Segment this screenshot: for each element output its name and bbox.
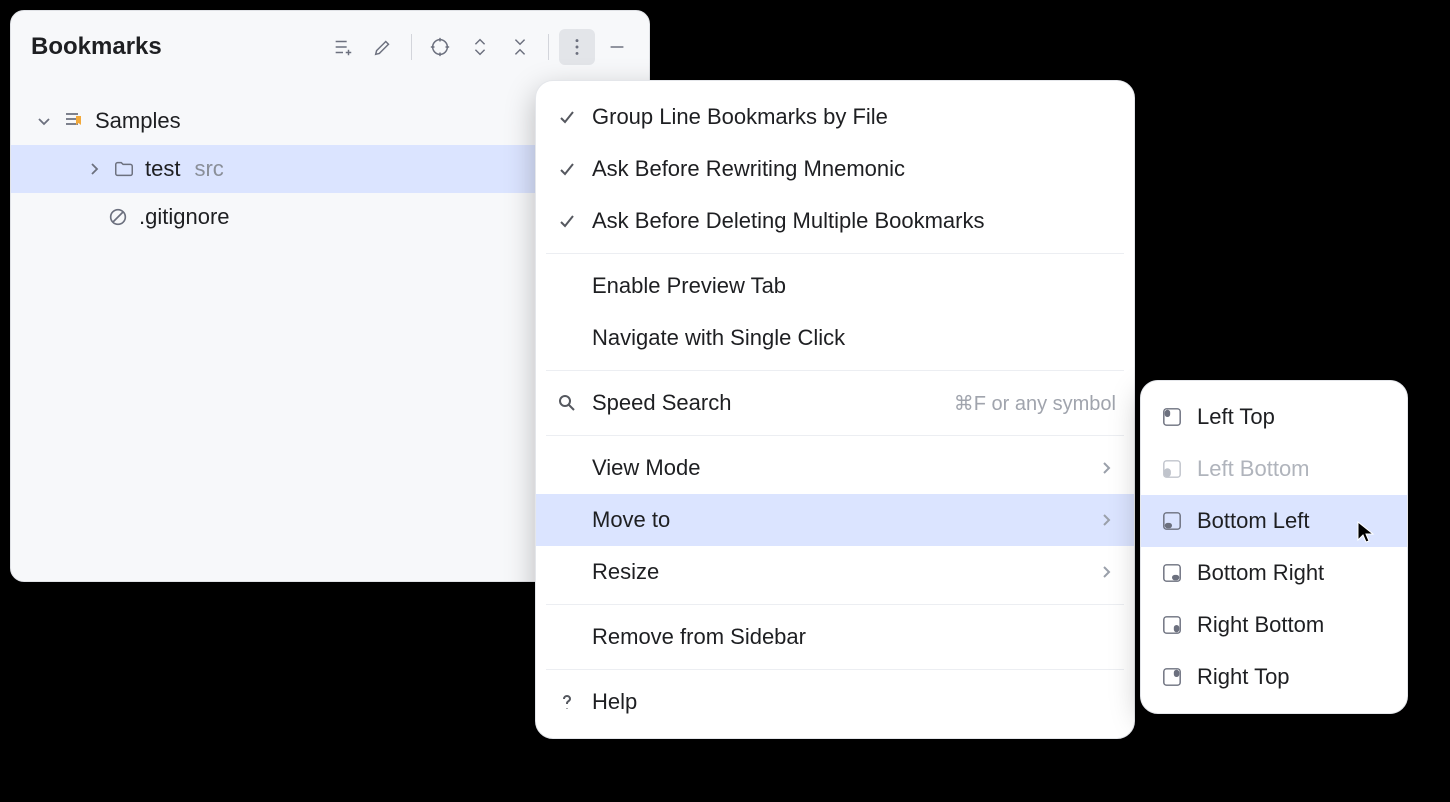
ignored-file-icon [105, 204, 131, 230]
menu-item-label: Navigate with Single Click [592, 325, 1116, 351]
tree-item-hint: src [194, 156, 223, 182]
dock-left-top-icon [1159, 407, 1185, 427]
menu-item-label: Right Bottom [1197, 612, 1389, 638]
submenu-item-right-bottom[interactable]: Right Bottom [1141, 599, 1407, 651]
dock-bottom-left-icon [1159, 511, 1185, 531]
menu-item-label: Enable Preview Tab [592, 273, 1116, 299]
panel-title: Bookmarks [31, 33, 325, 61]
check-icon [554, 159, 580, 179]
menu-item-label: Ask Before Rewriting Mnemonic [592, 156, 1116, 182]
toolbar-separator [548, 34, 549, 60]
chevron-right-icon [85, 160, 103, 178]
menu-item-resize[interactable]: Resize [536, 546, 1134, 598]
scroll-to-source-button[interactable] [422, 29, 458, 65]
menu-item-label: Move to [592, 507, 1086, 533]
menu-item-speed-search[interactable]: Speed Search ⌘F or any symbol [536, 377, 1134, 429]
submenu-item-right-top[interactable]: Right Top [1141, 651, 1407, 703]
mouse-cursor [1355, 520, 1379, 544]
check-icon [554, 107, 580, 127]
menu-item-remove-sidebar[interactable]: Remove from Sidebar [536, 611, 1134, 663]
collapse-all-button[interactable] [502, 29, 538, 65]
move-to-submenu: Left Top Left Bottom Bottom Left Bottom … [1140, 380, 1408, 714]
toolbar-separator [411, 34, 412, 60]
submenu-item-bottom-right[interactable]: Bottom Right [1141, 547, 1407, 599]
menu-item-move-to[interactable]: Move to [536, 494, 1134, 546]
menu-item-nav-single-click[interactable]: Navigate with Single Click [536, 312, 1134, 364]
menu-separator [546, 370, 1124, 371]
chevron-right-icon [1098, 514, 1116, 526]
menu-separator [546, 435, 1124, 436]
menu-item-label: Right Top [1197, 664, 1389, 690]
menu-item-label: Bottom Right [1197, 560, 1389, 586]
menu-item-label: Left Top [1197, 404, 1389, 430]
options-menu: Group Line Bookmarks by File Ask Before … [535, 80, 1135, 739]
help-icon [554, 692, 580, 712]
new-list-button[interactable] [325, 29, 361, 65]
menu-separator [546, 253, 1124, 254]
menu-item-hint: ⌘F or any symbol [954, 391, 1116, 416]
tree-item-label: test [145, 156, 180, 182]
menu-item-label: Resize [592, 559, 1086, 585]
menu-separator [546, 669, 1124, 670]
submenu-item-left-top[interactable]: Left Top [1141, 391, 1407, 443]
chevron-right-icon [1098, 566, 1116, 578]
menu-item-label: Group Line Bookmarks by File [592, 104, 1116, 130]
hide-button[interactable] [599, 29, 635, 65]
tree-item-label: .gitignore [139, 204, 230, 230]
search-icon [554, 393, 580, 413]
menu-item-help[interactable]: Help [536, 676, 1134, 728]
menu-item-view-mode[interactable]: View Mode [536, 442, 1134, 494]
options-button[interactable] [559, 29, 595, 65]
menu-item-label: Remove from Sidebar [592, 624, 1116, 650]
menu-item-ask-rewrite[interactable]: Ask Before Rewriting Mnemonic [536, 143, 1134, 195]
chevron-right-icon [1098, 462, 1116, 474]
bookmark-list-icon [61, 108, 87, 134]
expand-collapse-button[interactable] [462, 29, 498, 65]
dock-right-bottom-icon [1159, 615, 1185, 635]
menu-item-enable-preview[interactable]: Enable Preview Tab [536, 260, 1134, 312]
submenu-item-left-bottom: Left Bottom [1141, 443, 1407, 495]
menu-item-ask-delete[interactable]: Ask Before Deleting Multiple Bookmarks [536, 195, 1134, 247]
edit-button[interactable] [365, 29, 401, 65]
menu-separator [546, 604, 1124, 605]
dock-bottom-right-icon [1159, 563, 1185, 583]
toolbar [325, 29, 635, 65]
folder-icon [111, 156, 137, 182]
menu-item-group-by-file[interactable]: Group Line Bookmarks by File [536, 91, 1134, 143]
tree-group-label: Samples [95, 108, 181, 134]
menu-item-label: Speed Search [592, 390, 942, 416]
chevron-down-icon [35, 112, 53, 130]
menu-item-label: Left Bottom [1197, 456, 1389, 482]
panel-header: Bookmarks [11, 11, 649, 83]
check-icon [554, 211, 580, 231]
menu-item-label: View Mode [592, 455, 1086, 481]
menu-item-label: Ask Before Deleting Multiple Bookmarks [592, 208, 1116, 234]
dock-right-top-icon [1159, 667, 1185, 687]
dock-left-bottom-icon [1159, 459, 1185, 479]
menu-item-label: Help [592, 689, 1116, 715]
